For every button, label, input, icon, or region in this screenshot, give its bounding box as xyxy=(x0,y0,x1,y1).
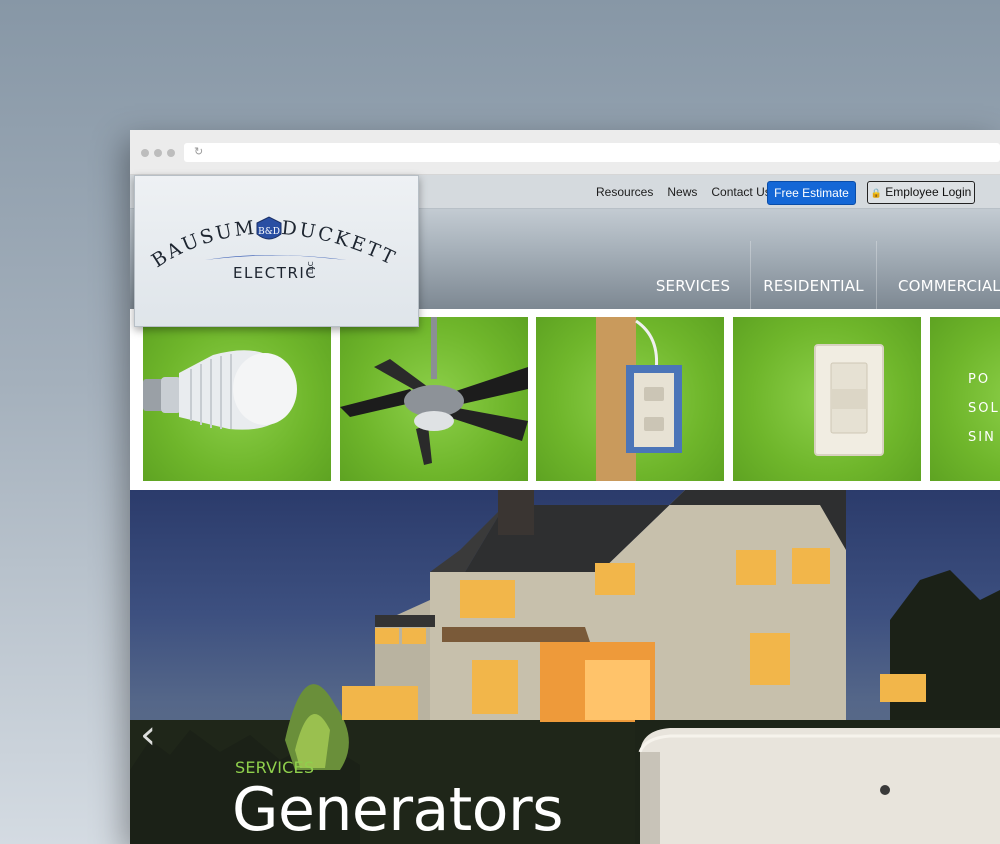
window-controls[interactable] xyxy=(141,149,175,157)
tile-text-line: SOL xyxy=(968,401,1000,416)
contact-us-link[interactable]: Contact Us xyxy=(711,185,770,199)
window-dot[interactable] xyxy=(141,149,149,157)
light-bulb-icon xyxy=(143,350,297,430)
light-switch-icon xyxy=(814,344,884,456)
logo-electric: ELECTRIC xyxy=(233,264,317,282)
logo-monogram: B&D xyxy=(258,227,280,237)
tile-text-line: PO xyxy=(968,372,991,387)
window-dot[interactable] xyxy=(154,149,162,157)
utility-links: Resources News Contact Us xyxy=(596,185,771,199)
tile-light-bulb[interactable] xyxy=(143,317,331,481)
tile-light-switch[interactable] xyxy=(733,317,921,481)
reload-icon[interactable]: ↻ xyxy=(194,145,203,158)
main-nav: SERVICES RESIDENTIAL COMMERCIAL xyxy=(636,241,1000,309)
hero-title: Generators xyxy=(232,775,563,844)
address-bar[interactable]: ↻ xyxy=(184,143,1000,162)
employee-login-button[interactable]: 🔒 Employee Login xyxy=(867,181,975,204)
browser-window: ↻ Resources News Contact Us Free Estimat… xyxy=(130,130,1000,844)
nav-residential[interactable]: RESIDENTIAL xyxy=(750,241,876,309)
window-dot[interactable] xyxy=(167,149,175,157)
website: Resources News Contact Us Free Estimate … xyxy=(130,175,1000,844)
hero-slider: ‹ SERVICES Generators xyxy=(130,490,1000,844)
nav-commercial[interactable]: COMMERCIAL xyxy=(876,241,1000,309)
logo-mark: BAUSUM DUCKETT B&D ELECTRIC LLC xyxy=(148,216,401,282)
chevron-left-icon[interactable]: ‹ xyxy=(140,715,164,759)
site-logo[interactable]: BAUSUM DUCKETT B&D ELECTRIC LLC xyxy=(134,175,419,327)
tile-text-lines: PO SOL SIN xyxy=(968,365,1000,452)
employee-login-label: Employee Login xyxy=(885,185,972,199)
tile-text-line: SIN xyxy=(968,430,996,445)
service-tiles: PO SOL SIN xyxy=(130,309,1000,489)
lock-icon: 🔒 xyxy=(870,188,882,198)
ceiling-fan-icon xyxy=(340,317,528,465)
tile-text[interactable]: PO SOL SIN xyxy=(930,317,1000,481)
tile-outlet-box[interactable] xyxy=(536,317,724,481)
browser-chrome: ↻ xyxy=(130,130,1000,175)
outlet-box-icon xyxy=(596,317,682,481)
svg-text:DUCKETT: DUCKETT xyxy=(281,217,401,270)
nav-services[interactable]: SERVICES xyxy=(636,241,750,309)
logo-llc: LLC xyxy=(307,261,315,274)
news-link[interactable]: News xyxy=(667,185,697,199)
logo-word-right: DUCKETT xyxy=(281,217,398,270)
free-estimate-button[interactable]: Free Estimate xyxy=(767,181,856,205)
tile-ceiling-fan[interactable] xyxy=(340,317,528,481)
resources-link[interactable]: Resources xyxy=(596,185,653,199)
